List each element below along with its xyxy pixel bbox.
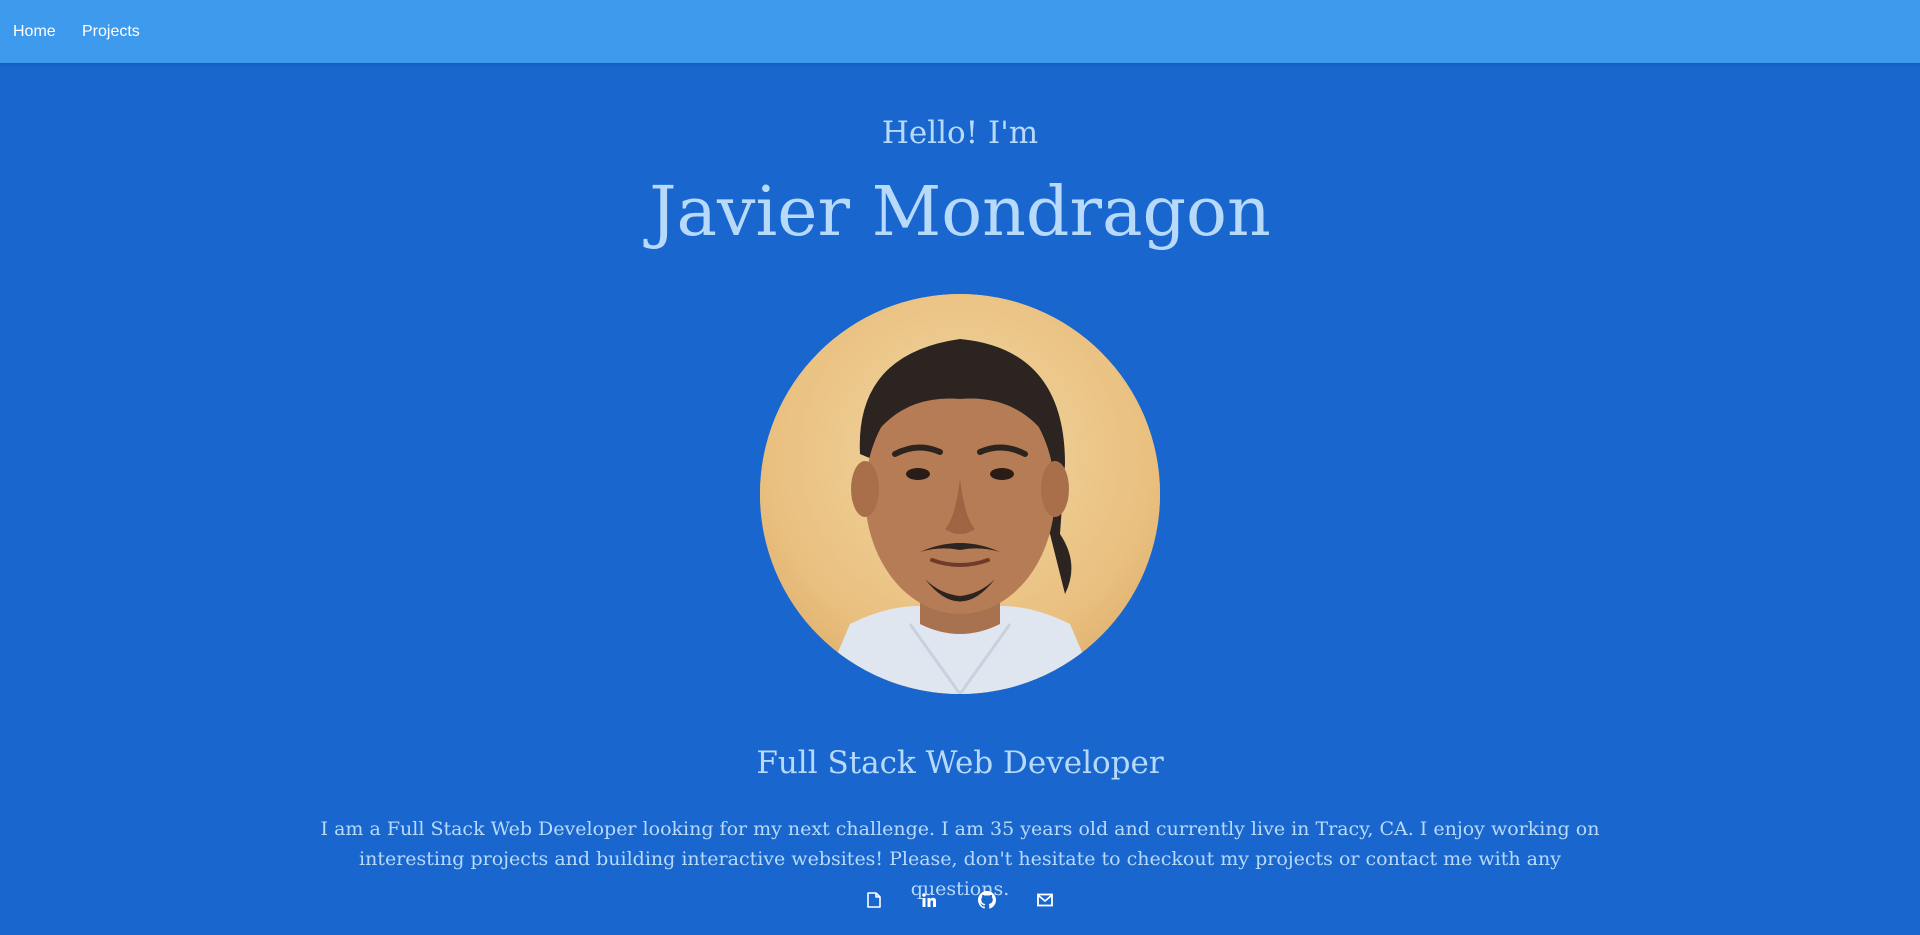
linkedin-icon (922, 893, 936, 907)
email-link[interactable] (1034, 889, 1056, 911)
greeting-text: Hello! I'm (881, 115, 1039, 151)
page-title: Javier Mondragon (649, 173, 1271, 252)
file-icon (867, 892, 881, 908)
bio-text: I am a Full Stack Web Developer looking … (320, 818, 1600, 900)
nav-link-home[interactable]: Home (13, 0, 56, 63)
nav-link-projects[interactable]: Projects (82, 0, 140, 63)
email-icon (1037, 893, 1053, 907)
github-icon (978, 891, 996, 909)
github-link[interactable] (976, 889, 998, 911)
top-navbar: Home Projects (0, 0, 1920, 63)
hero-section: Hello! I'm Javier Mondragon Full Stack W… (0, 63, 1920, 935)
resume-link[interactable] (863, 889, 885, 911)
job-title: Full Stack Web Developer (756, 745, 1164, 781)
linkedin-link[interactable] (918, 889, 940, 911)
profile-photo (760, 294, 1160, 694)
avatar (760, 294, 1160, 694)
